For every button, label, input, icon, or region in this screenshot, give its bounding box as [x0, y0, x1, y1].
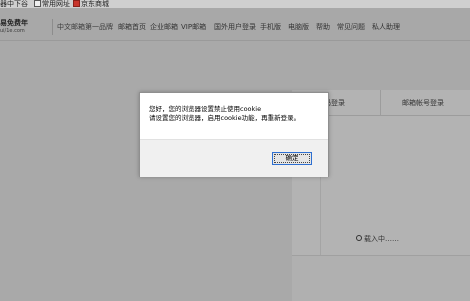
bookmark-label: 常用网址: [42, 0, 70, 8]
ok-button[interactable]: 确定: [272, 152, 312, 165]
dialog-footer: 确定: [140, 139, 328, 177]
bookmarks-bar: 器中下谷 常用网址 京东商城: [0, 0, 470, 8]
loading-text: 载入中……: [364, 235, 399, 243]
bookmark-label: 器中下谷: [0, 0, 28, 8]
nav-link-mail-home[interactable]: 邮箱首页: [118, 22, 146, 32]
nav-link-enterprise[interactable]: 企业邮箱: [150, 22, 178, 32]
tab-divider: [380, 90, 381, 115]
tab-account-login[interactable]: 邮箱帐号登录: [402, 98, 444, 108]
nav-link-vip[interactable]: VIP邮箱: [181, 22, 206, 32]
nav-link-desktop[interactable]: 电脑版: [288, 22, 309, 32]
bookmark-label: 京东商城: [81, 0, 109, 8]
login-footer-box: [292, 255, 470, 301]
bookmark-item[interactable]: 器中下谷: [0, 0, 28, 8]
loading-indicator: 载入中……: [356, 234, 399, 244]
header-slogan: 中文邮箱第一品牌: [57, 23, 113, 31]
ok-button-label: 确定: [285, 154, 299, 162]
alert-dialog: 您好，您的浏览器设置禁止使用cookie 请设置您的浏览器，启用cookie功能…: [139, 92, 329, 177]
page-icon: [34, 0, 41, 7]
dialog-message-line: 您好，您的浏览器设置禁止使用cookie: [149, 105, 262, 113]
nav-link-overseas-login[interactable]: 国外用户登录: [214, 22, 256, 32]
nav-link-mobile[interactable]: 手机版: [260, 22, 281, 32]
site-logo-url: ui/1e.com: [0, 28, 25, 34]
nav-link-assistant[interactable]: 私人助理: [372, 22, 400, 32]
spinner-icon: [356, 235, 362, 241]
bookmark-item[interactable]: 常用网址: [34, 0, 70, 8]
site-header: 易免费年 ui/1e.com 中文邮箱第一品牌 邮箱首页 企业邮箱 VIP邮箱 …: [0, 8, 470, 41]
dialog-message-line: 请设置您的浏览器，启用cookie功能，再重新登录。: [149, 114, 301, 122]
site-logo[interactable]: 易免费年: [0, 18, 28, 28]
header-divider: [52, 19, 53, 35]
bookmark-item[interactable]: 京东商城: [73, 0, 109, 8]
nav-link-help[interactable]: 帮助: [316, 22, 330, 32]
dialog-message: 您好，您的浏览器设置禁止使用cookie 请设置您的浏览器，启用cookie功能…: [149, 105, 300, 123]
jd-logo-icon: [73, 0, 80, 7]
nav-link-faq[interactable]: 常见问题: [337, 22, 365, 32]
